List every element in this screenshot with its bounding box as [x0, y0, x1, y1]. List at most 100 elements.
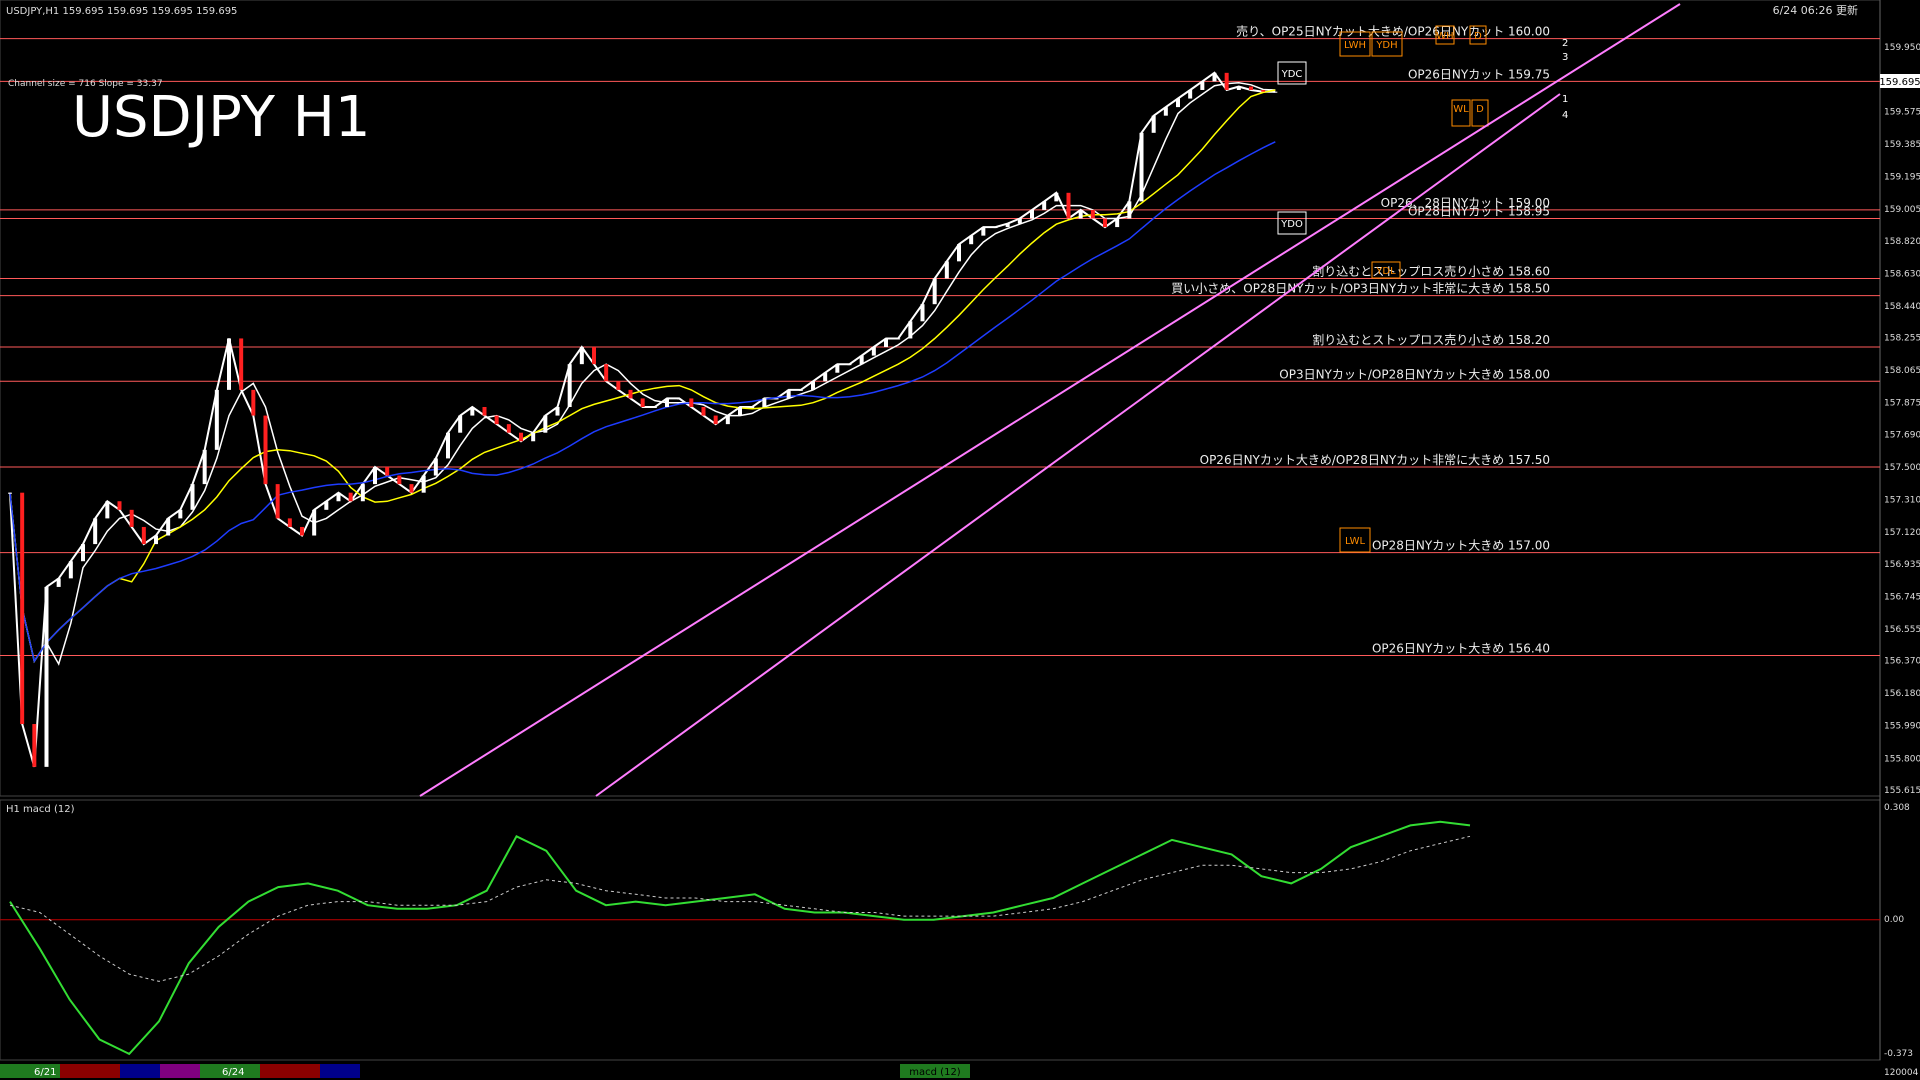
- candle: [433, 458, 438, 476]
- price-tick-label: 157.875: [1884, 399, 1920, 409]
- candle: [847, 364, 852, 366]
- marker-num-2: 2: [1562, 38, 1568, 49]
- marker-lwl: LWL: [1345, 536, 1366, 547]
- price-tick-label: 158.065: [1884, 366, 1920, 376]
- candle: [239, 338, 244, 390]
- big-title: USDJPY H1: [72, 85, 370, 150]
- candle: [81, 544, 85, 562]
- marker-num-4: 4: [1562, 110, 1568, 121]
- price-tick-label: 158.820: [1884, 237, 1920, 247]
- candle: [166, 518, 171, 536]
- footer-date-mid: 6/24: [222, 1067, 244, 1078]
- candle: [360, 484, 365, 502]
- candle: [105, 501, 110, 519]
- marker-ydh: YDH: [1375, 40, 1397, 51]
- candle: [798, 389, 803, 391]
- candle: [519, 432, 523, 442]
- macd-tick-zero: 0.00: [1884, 915, 1904, 925]
- candle: [93, 518, 98, 545]
- candle: [32, 724, 37, 767]
- candle: [1090, 209, 1095, 219]
- price-tick-label: 155.800: [1884, 754, 1920, 764]
- candle: [604, 364, 609, 382]
- candle: [786, 389, 791, 399]
- candle: [1151, 115, 1156, 133]
- candle: [44, 586, 49, 767]
- candle: [446, 432, 450, 459]
- candle: [1078, 209, 1083, 219]
- footer-right: 120004: [1884, 1068, 1919, 1078]
- candle: [227, 338, 231, 390]
- price-tick-label: 156.180: [1884, 689, 1920, 699]
- candle: [896, 338, 901, 340]
- candle: [409, 484, 414, 493]
- candle: [677, 398, 682, 400]
- candle: [640, 398, 645, 408]
- candle: [1224, 72, 1229, 90]
- candle: [531, 432, 536, 442]
- candle: [178, 509, 183, 519]
- candle: [214, 389, 219, 450]
- candle: [871, 347, 876, 356]
- candle: [823, 372, 828, 382]
- candle: [1115, 218, 1120, 228]
- candle: [750, 407, 755, 409]
- candle: [397, 475, 402, 485]
- macd-tick-top: 0.308: [1884, 803, 1910, 813]
- candle: [202, 449, 207, 485]
- candle: [251, 389, 256, 416]
- candle: [421, 475, 426, 493]
- candle: [141, 526, 146, 545]
- candle: [1212, 72, 1217, 82]
- level-label: OP26日NYカット 159.75: [1408, 67, 1550, 81]
- candle: [969, 235, 974, 245]
- candle: [908, 321, 913, 339]
- candle: [993, 227, 998, 229]
- price-tick-label: 155.990: [1884, 722, 1920, 732]
- price-tick-label: 159.005: [1884, 205, 1920, 215]
- marker-d-top: D: [1474, 31, 1482, 42]
- candle: [555, 407, 560, 416]
- candle: [920, 304, 925, 322]
- price-tick-label: 159.195: [1884, 173, 1920, 183]
- price-tick-label: 157.310: [1884, 496, 1920, 506]
- candle: [932, 278, 937, 305]
- candle: [385, 466, 390, 476]
- candle: [300, 526, 304, 536]
- candle: [1163, 107, 1168, 116]
- candle: [1188, 89, 1193, 99]
- candle: [373, 466, 377, 485]
- candle: [579, 347, 584, 365]
- footer-date-left: 6/21: [34, 1067, 56, 1078]
- candle: [1054, 192, 1059, 202]
- price-axis-ticks: 159.950159.760159.575159.385159.195159.0…: [1884, 43, 1920, 796]
- candle: [1103, 218, 1107, 228]
- marker-d-bottom: D: [1476, 104, 1484, 115]
- price-tick-label: 157.690: [1884, 430, 1920, 440]
- footer-bar: 6/21 6/24 macd (12) 120004: [0, 1062, 1919, 1080]
- price-tick-label: 158.440: [1884, 302, 1920, 312]
- timestamp: 6/24 06:26 更新: [1773, 3, 1858, 17]
- price-tick-label: 158.255: [1884, 334, 1920, 344]
- candle: [689, 398, 694, 408]
- level-label: OP26日NYカット大きめ 156.40: [1372, 641, 1550, 655]
- marker-wh: WH: [1436, 31, 1453, 42]
- candle: [616, 381, 621, 390]
- candle: [652, 407, 657, 409]
- marker-ydc: YDC: [1281, 69, 1303, 80]
- candle: [1261, 89, 1266, 92]
- candle: [56, 578, 61, 587]
- candle: [8, 492, 12, 494]
- candle: [1249, 86, 1253, 90]
- candle: [494, 415, 499, 425]
- symbol-info: USDJPY,H1 159.695 159.695 159.695 159.69…: [6, 6, 237, 17]
- candle: [859, 355, 864, 365]
- candle: [336, 492, 341, 502]
- candle: [701, 407, 706, 416]
- level-label: OP3日NYカット/OP28日NYカット大きめ 158.00: [1279, 367, 1550, 381]
- candle: [713, 415, 718, 425]
- candle: [665, 398, 669, 408]
- candle: [567, 364, 572, 408]
- candle: [263, 415, 268, 485]
- current-price: 159.695: [1879, 77, 1920, 88]
